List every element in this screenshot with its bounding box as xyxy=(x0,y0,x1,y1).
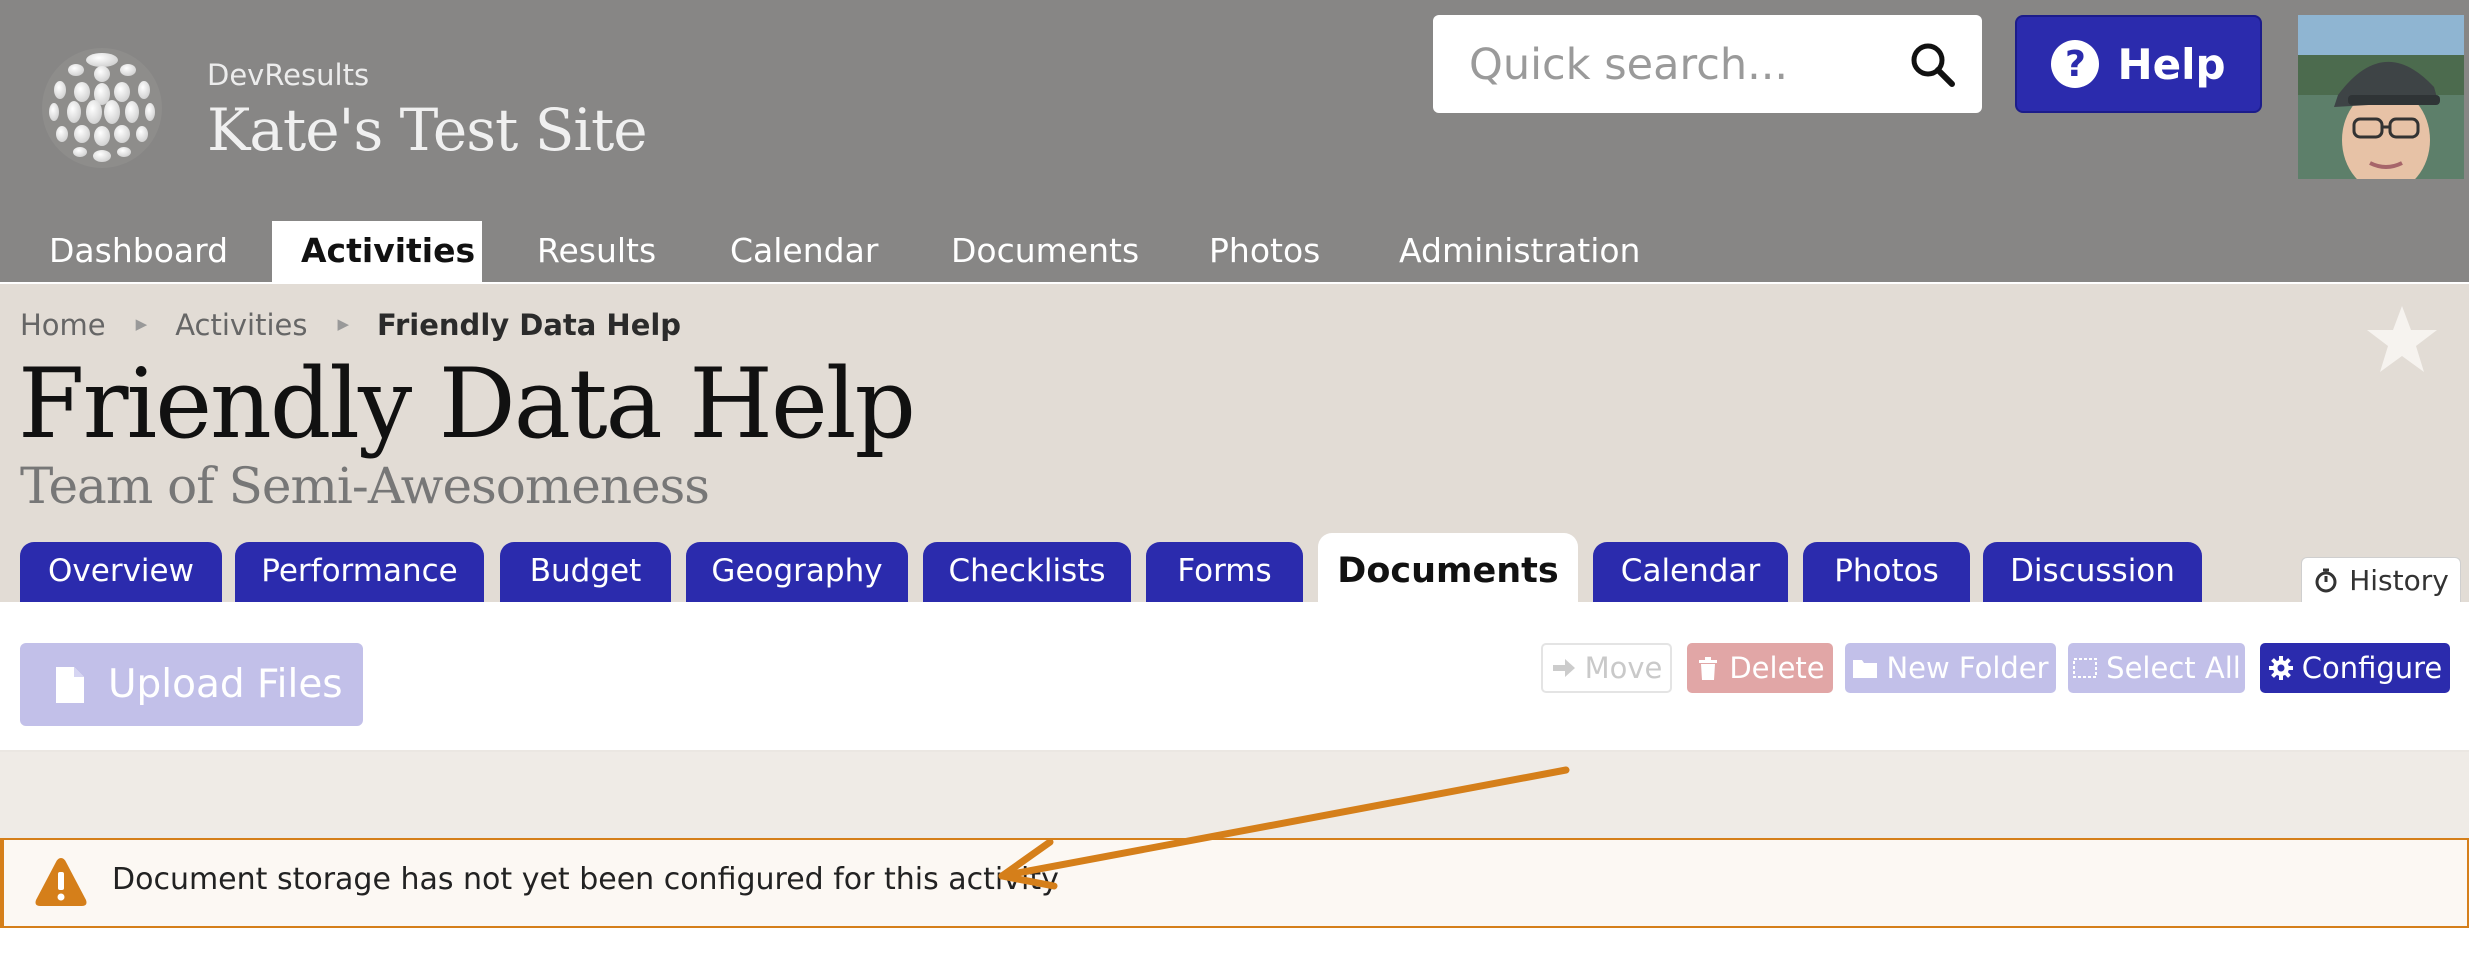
alert-message: Document storage has not yet been config… xyxy=(112,862,1059,897)
tab-performance[interactable]: Performance xyxy=(235,542,484,602)
breadcrumb: Home ▶ Activities ▶ Friendly Data Help xyxy=(20,308,681,342)
breadcrumb-separator-icon: ▶ xyxy=(135,315,148,333)
stopwatch-icon xyxy=(2315,568,2337,593)
quick-search xyxy=(1433,15,1982,115)
help-label: Help xyxy=(2117,39,2226,89)
tab-documents[interactable]: Documents xyxy=(1318,533,1578,604)
site-header: DevResults Kate's Test Site ? Help Dashb… xyxy=(0,0,2469,284)
nav-results[interactable]: Results xyxy=(508,221,685,284)
breadcrumb-separator-icon: ▶ xyxy=(337,315,350,333)
file-icon xyxy=(56,666,84,703)
breadcrumb-current: Friendly Data Help xyxy=(377,308,682,342)
orange-arrow-icon xyxy=(998,766,1570,890)
configure-label: Configure xyxy=(2301,651,2443,685)
warning-triangle-icon xyxy=(35,858,87,906)
tab-forms[interactable]: Forms xyxy=(1146,542,1303,602)
move-label: Move xyxy=(1584,651,1663,685)
gear-icon xyxy=(2268,656,2293,680)
history-button[interactable]: History xyxy=(2301,557,2461,602)
select-all-button[interactable]: Select All xyxy=(2068,643,2245,693)
history-label: History xyxy=(2349,563,2449,597)
search-input[interactable] xyxy=(1433,15,1911,115)
search-icon[interactable] xyxy=(1908,40,1956,88)
tab-checklists[interactable]: Checklists xyxy=(923,542,1131,602)
move-button[interactable]: Move xyxy=(1541,643,1672,693)
delete-label: Delete xyxy=(1729,651,1825,685)
tab-overview[interactable]: Overview xyxy=(20,542,222,602)
nav-dashboard[interactable]: Dashboard xyxy=(20,221,257,284)
help-button[interactable]: ? Help xyxy=(2015,15,2262,113)
nav-calendar[interactable]: Calendar xyxy=(701,221,907,284)
dashed-square-icon xyxy=(2073,658,2098,678)
delete-button[interactable]: Delete xyxy=(1687,643,1833,693)
arrow-right-icon xyxy=(1552,659,1575,677)
upload-files-label: Upload Files xyxy=(108,662,343,707)
avatar[interactable] xyxy=(2298,15,2464,179)
nav-documents[interactable]: Documents xyxy=(922,221,1168,284)
globe-logo-icon[interactable] xyxy=(40,46,164,170)
upload-files-button[interactable]: Upload Files xyxy=(20,643,363,726)
question-icon: ? xyxy=(2051,40,2100,88)
new-folder-button[interactable]: New Folder xyxy=(1845,643,2056,693)
page-subtitle: Team of Semi-Awesomeness xyxy=(20,457,710,515)
tab-calendar[interactable]: Calendar xyxy=(1593,542,1788,602)
configure-button[interactable]: Configure xyxy=(2260,643,2450,693)
nav-photos[interactable]: Photos xyxy=(1180,221,1349,284)
star-icon[interactable] xyxy=(2365,302,2439,376)
new-folder-label: New Folder xyxy=(1886,651,2049,685)
folder-icon xyxy=(1853,660,1878,678)
tab-budget[interactable]: Budget xyxy=(500,542,671,602)
tab-photos[interactable]: Photos xyxy=(1803,542,1970,602)
page-title: Friendly Data Help xyxy=(18,348,916,460)
org-name: DevResults xyxy=(207,58,370,92)
breadcrumb-activities[interactable]: Activities xyxy=(175,308,307,342)
nav-administration[interactable]: Administration xyxy=(1370,221,1669,284)
select-all-label: Select All xyxy=(2106,651,2241,685)
breadcrumb-home[interactable]: Home xyxy=(20,308,106,342)
trash-icon xyxy=(1699,657,1718,680)
nav-activities[interactable]: Activities xyxy=(272,221,482,284)
tab-discussion[interactable]: Discussion xyxy=(1983,542,2202,602)
site-name[interactable]: Kate's Test Site xyxy=(207,96,648,164)
tab-geography[interactable]: Geography xyxy=(686,542,908,602)
